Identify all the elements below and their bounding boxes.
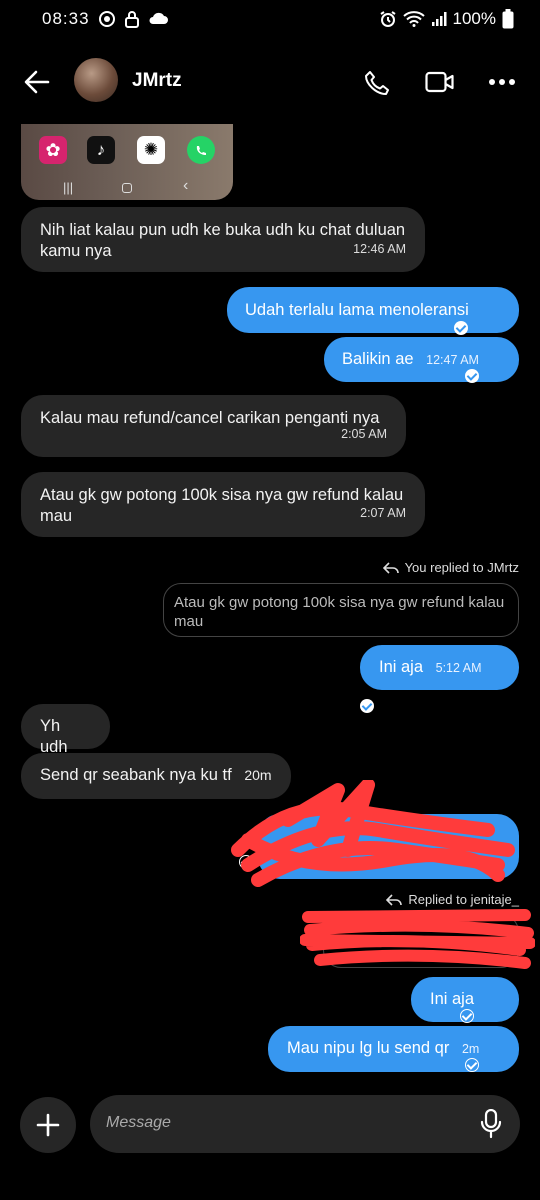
nav-back-icon: ‹	[183, 177, 189, 194]
add-attachment-button[interactable]	[20, 1097, 76, 1153]
shared-image[interactable]: ✿ ♪ ✺ ||| ‹	[21, 124, 233, 200]
status-bar: 08:33 100%	[0, 0, 540, 40]
phone-icon[interactable]	[364, 70, 390, 96]
message-text: Kalau mau refund/cancel carikan penganti…	[40, 409, 380, 427]
sync-icon	[99, 11, 115, 27]
message-text: Send qr seabank nya ku tf	[40, 766, 232, 784]
seen-check-icon	[454, 320, 469, 335]
reply-arrow-icon	[386, 893, 403, 906]
message-placeholder: Message	[106, 1114, 171, 1131]
message-incoming[interactable]: Kalau mau refund/cancel carikan penganti…	[21, 395, 406, 457]
message-time: 2:07 AM	[360, 506, 406, 520]
message-text: Nih liat kalau pun udh ke buka udh ku ch…	[40, 221, 406, 260]
recent-apps-icon: |||	[63, 180, 74, 195]
quoted-message[interactable]: Atau gk gw potong 100k sisa nya gw refun…	[163, 583, 519, 637]
message-outgoing[interactable]: Ini aja	[411, 977, 519, 1023]
cloud-icon	[149, 12, 168, 24]
avatar[interactable]	[74, 58, 118, 102]
home-icon	[122, 183, 132, 193]
seen-check-icon	[464, 368, 479, 383]
message-time: 12:47 AM	[426, 353, 479, 367]
composer: Message	[20, 1095, 520, 1155]
flower-app-icon: ✿	[39, 136, 67, 164]
redaction-scribble	[231, 780, 515, 887]
delivered-check-icon	[459, 1008, 474, 1023]
redaction-scribble	[300, 909, 535, 969]
message-incoming[interactable]: Yh udh	[21, 704, 110, 756]
seen-check-icon	[360, 698, 374, 713]
contact-name[interactable]: JMrtz	[132, 70, 182, 92]
message-input[interactable]: Message	[90, 1095, 520, 1153]
chat-header: JMrtz	[0, 50, 540, 116]
message-time: 2:05 AM	[341, 427, 387, 441]
message-text: Mau nipu lg lu send qr	[287, 1039, 450, 1057]
chatgpt-icon: ✺	[137, 136, 165, 164]
reply-label: You replied to JMrtz	[382, 560, 519, 575]
message-incoming[interactable]: Atau gk gw potong 100k sisa nya gw refun…	[21, 472, 425, 537]
more-options-icon[interactable]	[488, 78, 516, 86]
back-arrow-icon[interactable]	[24, 70, 50, 94]
message-outgoing[interactable]: Udah terlalu lama menoleransi	[227, 287, 519, 335]
plus-icon	[36, 1113, 60, 1137]
message-outgoing[interactable]: Ini aja 5:12 AM	[360, 645, 519, 713]
lock-icon	[125, 11, 139, 28]
delivered-check-icon	[464, 1057, 479, 1072]
message-text: Balikin ae	[342, 350, 414, 368]
signal-icon	[431, 12, 447, 26]
wifi-icon	[402, 11, 425, 27]
battery-icon	[502, 9, 514, 29]
video-call-icon[interactable]	[425, 71, 455, 93]
message-outgoing[interactable]: Mau nipu lg lu send qr 2m	[268, 1026, 519, 1072]
whatsapp-icon	[187, 136, 215, 164]
message-text: Ini aja	[379, 658, 424, 676]
message-incoming[interactable]: Nih liat kalau pun udh ke buka udh ku ch…	[21, 207, 425, 272]
message-text: Atau gk gw potong 100k sisa nya gw refun…	[40, 486, 404, 525]
message-outgoing[interactable]: Balikin ae 12:47 AM	[324, 337, 519, 383]
microphone-icon[interactable]	[480, 1109, 502, 1139]
message-text: Yh udh	[40, 717, 68, 756]
tiktok-icon: ♪	[87, 136, 115, 164]
message-time: 2m	[461, 1042, 480, 1056]
message-time: 5:12 AM	[435, 661, 482, 675]
message-text: Udah terlalu lama menoleransi	[245, 301, 469, 319]
battery-percent: 100%	[452, 9, 496, 28]
reply-arrow-icon	[382, 561, 399, 574]
status-time: 08:33	[42, 9, 90, 28]
message-text: Ini aja	[430, 990, 475, 1008]
alarm-icon	[379, 11, 396, 27]
message-time: 12:46 AM	[353, 242, 406, 256]
